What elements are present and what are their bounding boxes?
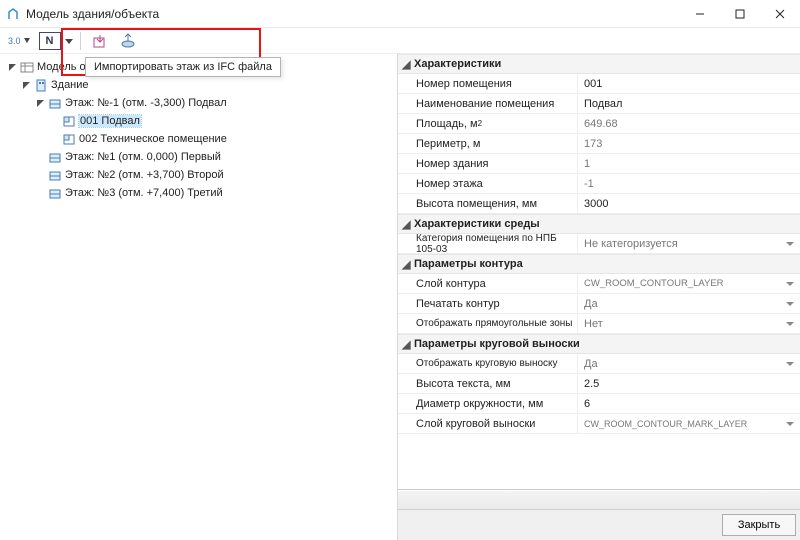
toolbar-separator bbox=[80, 32, 81, 50]
property-label: Наименование помещения bbox=[398, 94, 578, 113]
property-label: Печатать контур bbox=[398, 294, 578, 313]
floor-icon bbox=[48, 168, 62, 182]
property-label: Номер здания bbox=[398, 154, 578, 173]
property-label: Высота помещения, мм bbox=[398, 194, 578, 213]
bottom-area: Закрыть bbox=[398, 490, 800, 540]
category-header[interactable]: ◢Характеристики bbox=[398, 54, 800, 74]
property-row[interactable]: Периметр, м 173 bbox=[398, 134, 800, 154]
category-header[interactable]: ◢Параметры круговой выноски bbox=[398, 334, 800, 354]
main-area: Модель объектаЗданиеЭтаж: №-1 (отм. -3,3… bbox=[0, 54, 800, 540]
property-value[interactable]: 3000 bbox=[578, 194, 800, 213]
property-label: Отображать круговую выноску bbox=[398, 354, 578, 373]
property-value-combo[interactable]: Не категоризуется bbox=[578, 234, 800, 253]
category-header[interactable]: ◢Характеристики среды bbox=[398, 214, 800, 234]
minimize-button[interactable] bbox=[680, 0, 720, 28]
app-icon bbox=[6, 7, 20, 21]
tree-floor[interactable]: Этаж: №3 (отм. +7,400) Третий bbox=[2, 184, 395, 202]
tree-panel[interactable]: Модель объектаЗданиеЭтаж: №-1 (отм. -3,3… bbox=[0, 54, 398, 540]
tree-item-label: Этаж: №-1 (отм. -3,300) Подвал bbox=[65, 97, 227, 109]
chevron-down-icon[interactable] bbox=[65, 33, 73, 49]
property-value-combo[interactable]: Да bbox=[578, 354, 800, 373]
property-value-combo[interactable]: Да bbox=[578, 294, 800, 313]
tree-floor[interactable]: Этаж: №-1 (отм. -3,300) Подвал bbox=[2, 94, 395, 112]
property-label: Номер этажа bbox=[398, 174, 578, 193]
property-label: Площадь, м2 bbox=[398, 114, 578, 133]
property-row[interactable]: Печатать контур Да bbox=[398, 294, 800, 314]
property-label: Отображать прямоугольные зоны bbox=[398, 314, 578, 333]
caret-down-icon[interactable] bbox=[6, 61, 18, 73]
property-row[interactable]: Категория помещения по НПБ 105-03 Не кат… bbox=[398, 234, 800, 254]
tree-item-label: Этаж: №1 (отм. 0,000) Первый bbox=[65, 151, 221, 163]
property-row[interactable]: Номер этажа -1 bbox=[398, 174, 800, 194]
property-label: Высота текста, мм bbox=[398, 374, 578, 393]
close-window-button[interactable] bbox=[760, 0, 800, 28]
property-row[interactable]: Слой контура CW_ROOM_CONTOUR_LAYER bbox=[398, 274, 800, 294]
floor-icon bbox=[48, 96, 62, 110]
caret-down-icon[interactable] bbox=[20, 79, 32, 91]
property-value: -1 bbox=[578, 174, 800, 193]
property-value[interactable]: Подвал bbox=[578, 94, 800, 113]
category-header[interactable]: ◢Параметры контура bbox=[398, 254, 800, 274]
property-row[interactable]: Высота текста, мм 2.5 bbox=[398, 374, 800, 394]
properties-panel: ◢Характеристики Номер помещения 001 Наим… bbox=[398, 54, 800, 540]
window-title: Модель здания/объекта bbox=[26, 7, 680, 21]
property-value: 1 bbox=[578, 154, 800, 173]
property-label: Номер помещения bbox=[398, 74, 578, 93]
maximize-button[interactable] bbox=[720, 0, 760, 28]
tree-item-label: Этаж: №3 (отм. +7,400) Третий bbox=[65, 187, 223, 199]
tree-room[interactable]: 001 Подвал bbox=[2, 112, 395, 130]
export-button[interactable] bbox=[116, 30, 140, 52]
property-value-combo[interactable]: Нет bbox=[578, 314, 800, 333]
tree-floor[interactable]: Этаж: №1 (отм. 0,000) Первый bbox=[2, 148, 395, 166]
title-bar: Модель здания/объекта bbox=[0, 0, 800, 28]
button-bar: Закрыть bbox=[398, 509, 800, 540]
property-row[interactable]: Номер здания 1 bbox=[398, 154, 800, 174]
property-row[interactable]: Отображать круговую выноску Да bbox=[398, 354, 800, 374]
window-controls bbox=[680, 0, 800, 28]
version-button[interactable]: 3.0 bbox=[4, 30, 35, 52]
tree-item-label: Этаж: №2 (отм. +3,700) Второй bbox=[65, 169, 224, 181]
tree-room[interactable]: 002 Техническое помещение bbox=[2, 130, 395, 148]
property-value-combo[interactable]: CW_ROOM_CONTOUR_LAYER bbox=[578, 274, 800, 293]
property-value[interactable]: 2.5 bbox=[578, 374, 800, 393]
property-label: Периметр, м bbox=[398, 134, 578, 153]
tooltip: Импортировать этаж из IFC файла bbox=[85, 57, 281, 77]
property-value: 173 bbox=[578, 134, 800, 153]
property-row[interactable]: Номер помещения 001 bbox=[398, 74, 800, 94]
property-label: Слой контура bbox=[398, 274, 578, 293]
property-value[interactable]: 6 bbox=[578, 394, 800, 413]
model-icon bbox=[20, 60, 34, 74]
toolbar: 3.0 N bbox=[0, 28, 800, 54]
close-button[interactable]: Закрыть bbox=[722, 514, 796, 536]
tree-item-label: 002 Техническое помещение bbox=[79, 133, 227, 145]
room-icon bbox=[62, 132, 76, 146]
import-ifc-button[interactable] bbox=[88, 30, 112, 52]
property-value-combo[interactable]: CW_ROOM_CONTOUR_MARK_LAYER bbox=[578, 414, 800, 433]
description-bar bbox=[398, 490, 800, 509]
property-row[interactable]: Отображать прямоугольные зоны Нет bbox=[398, 314, 800, 334]
tree-item-label: Здание bbox=[51, 79, 89, 91]
property-label: Диаметр окружности, мм bbox=[398, 394, 578, 413]
caret-down-icon[interactable] bbox=[34, 97, 46, 109]
tree-building[interactable]: Здание bbox=[2, 76, 395, 94]
room-icon bbox=[62, 114, 76, 128]
tree-item-label: 001 Подвал bbox=[79, 115, 141, 127]
property-row[interactable]: Слой круговой выноски CW_ROOM_CONTOUR_MA… bbox=[398, 414, 800, 434]
tree-floor[interactable]: Этаж: №2 (отм. +3,700) Второй bbox=[2, 166, 395, 184]
property-label: Слой круговой выноски bbox=[398, 414, 578, 433]
n-button[interactable]: N bbox=[39, 32, 61, 50]
property-row[interactable]: Высота помещения, мм 3000 bbox=[398, 194, 800, 214]
property-row[interactable]: Диаметр окружности, мм 6 bbox=[398, 394, 800, 414]
property-grid[interactable]: ◢Характеристики Номер помещения 001 Наим… bbox=[398, 54, 800, 490]
floor-icon bbox=[48, 186, 62, 200]
property-value[interactable]: 001 bbox=[578, 74, 800, 93]
floor-icon bbox=[48, 150, 62, 164]
property-label: Категория помещения по НПБ 105-03 bbox=[398, 234, 578, 253]
building-icon bbox=[34, 78, 48, 92]
property-value: 649.68 bbox=[578, 114, 800, 133]
property-row[interactable]: Наименование помещения Подвал bbox=[398, 94, 800, 114]
property-row[interactable]: Площадь, м2 649.68 bbox=[398, 114, 800, 134]
